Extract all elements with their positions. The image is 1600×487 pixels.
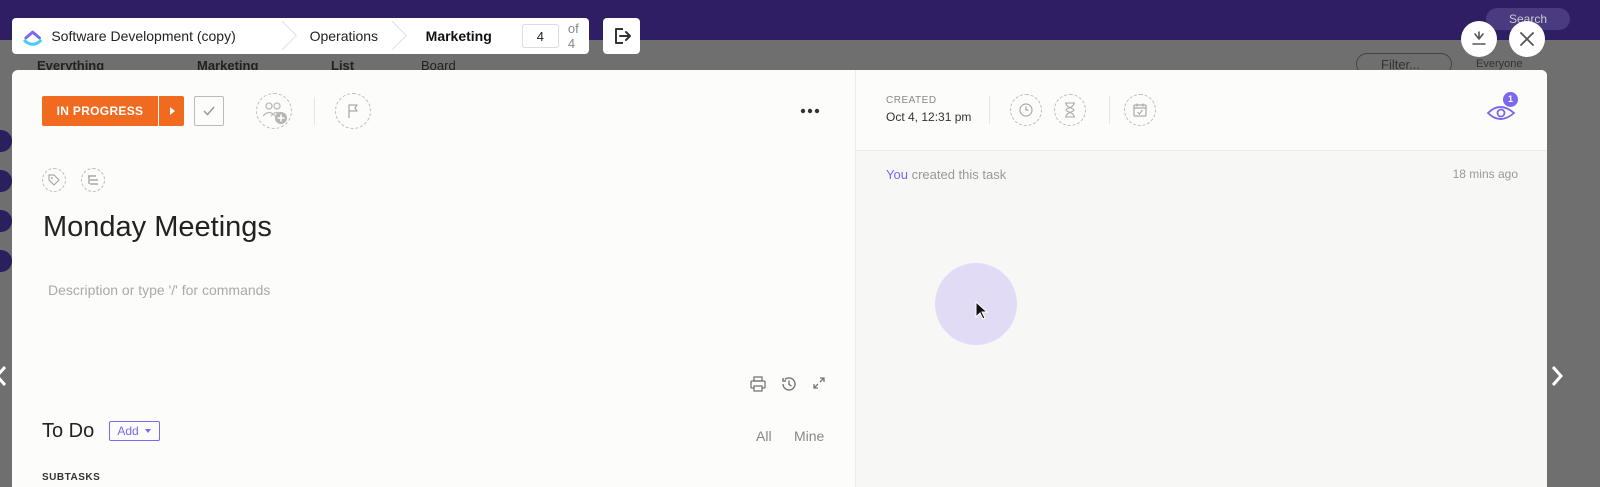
caret-down-icon [144,429,151,433]
subtask-button[interactable] [81,168,105,192]
previous-task-button[interactable] [0,364,8,394]
more-button[interactable] [800,102,820,114]
activity-pane: CREATED Oct 4, 12:31 pm 1 You created th… [855,70,1547,487]
history-icon[interactable] [780,375,798,393]
clickup-logo-icon [23,30,42,46]
timer-icon [1019,103,1033,117]
status-next-button[interactable] [158,96,184,126]
minimize-icon [1472,31,1486,45]
filter-mine-tab[interactable]: Mine [794,428,824,444]
breadcrumb-label: Operations [309,28,379,44]
complete-button[interactable] [194,96,224,126]
flag-icon [348,104,358,118]
add-todo-button[interactable]: Add [109,421,160,441]
status-label: IN PROGRESS [56,104,144,118]
calendar-icon [1133,103,1147,117]
check-icon [203,106,215,116]
breadcrumb-item-marketing[interactable]: Marketing [400,18,508,54]
close-button[interactable] [1509,21,1545,57]
assignee-button[interactable] [256,93,292,129]
exit-icon [614,28,631,44]
description-input[interactable]: Description or type '/' for commands [48,282,270,298]
close-icon [1520,32,1534,46]
priority-button[interactable] [335,93,371,129]
due-date-button[interactable] [1124,94,1156,126]
task-modal: IN PROGRESS Monday Meetings Description … [12,70,1547,487]
expand-icon[interactable] [812,376,826,390]
subtasks-heading: SUBTASKS [42,472,101,483]
minimize-button[interactable] [1461,21,1497,57]
created-value: Oct 4, 12:31 pm [886,110,972,124]
status-button[interactable]: IN PROGRESS [42,96,184,126]
activity-item: You created this task [886,167,1006,182]
breadcrumb-item-operations[interactable]: Operations [290,18,400,54]
print-icon[interactable] [749,376,767,392]
next-task-button[interactable] [1550,364,1564,394]
breadcrumb-label: Software Development (copy) [51,28,236,44]
assignee-add-icon [262,102,287,124]
time-tracker-button[interactable] [1010,94,1042,126]
todo-heading: To Do [42,420,95,442]
page-number-input[interactable]: 4 [521,24,559,48]
watchers-count-badge: 1 [1503,92,1518,107]
subtask-icon [88,175,98,185]
created-label: CREATED [886,95,937,106]
more-icon [800,108,820,114]
caret-right-icon [169,107,175,115]
filter-all-tab[interactable]: All [756,428,772,444]
chevron-left-icon [0,366,7,386]
breadcrumb-item-workspace[interactable]: Software Development (copy) [51,18,289,54]
background-everyone: Everyone [1476,58,1523,70]
cursor-icon [975,301,989,320]
activity-actor[interactable]: You [886,167,908,182]
task-details-header: CREATED Oct 4, 12:31 pm 1 [856,70,1547,151]
activity-time: 18 mins ago [1452,167,1518,181]
tags-button[interactable] [42,168,66,192]
tag-icon [48,174,60,186]
add-label: Add [117,424,139,438]
task-title[interactable]: Monday Meetings [43,211,272,244]
breadcrumb-label: Marketing [425,28,492,44]
time-estimate-button[interactable] [1054,94,1086,126]
activity-action: created this task [911,167,1007,182]
hourglass-icon [1065,102,1075,118]
chevron-right-icon [1551,366,1564,386]
watchers-button[interactable]: 1 [1486,92,1520,124]
breadcrumb: Software Development (copy) Operations M… [12,18,589,54]
open-in-new-button[interactable] [603,18,640,54]
page-total: of 4 [567,21,579,51]
